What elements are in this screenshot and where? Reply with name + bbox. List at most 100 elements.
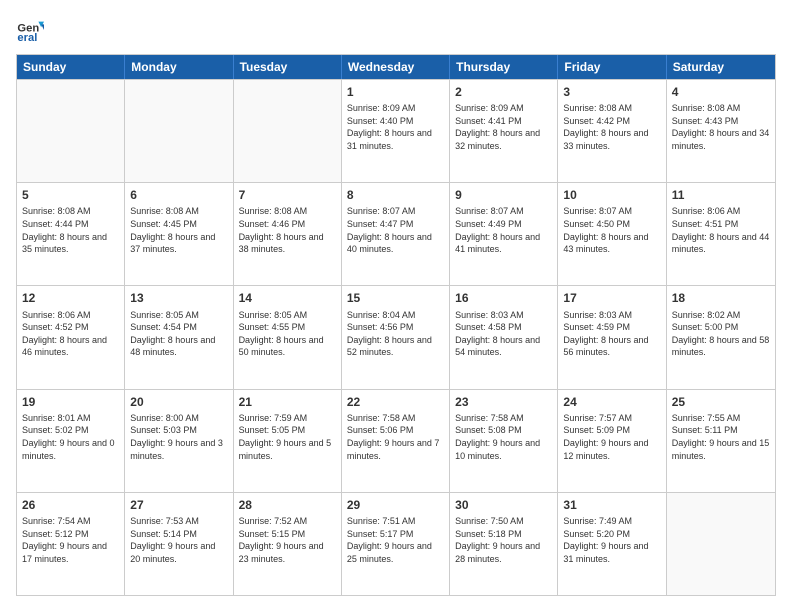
cell-text: Sunrise: 8:06 AM (672, 205, 770, 218)
cell-text: Sunset: 5:14 PM (130, 528, 227, 541)
cell-text: Sunset: 4:50 PM (563, 218, 660, 231)
cell-text: Sunrise: 8:07 AM (347, 205, 444, 218)
cell-text: Sunset: 4:40 PM (347, 115, 444, 128)
cell-text: Daylight: 8 hours and 35 minutes. (22, 231, 119, 256)
day-number: 11 (672, 187, 770, 203)
cell-text: Sunset: 4:51 PM (672, 218, 770, 231)
cell-text: Daylight: 9 hours and 31 minutes. (563, 540, 660, 565)
cell-text: Sunset: 4:56 PM (347, 321, 444, 334)
calendar-cell: 13Sunrise: 8:05 AMSunset: 4:54 PMDayligh… (125, 286, 233, 388)
day-number: 6 (130, 187, 227, 203)
cell-text: Sunrise: 7:51 AM (347, 515, 444, 528)
cell-text: Daylight: 8 hours and 43 minutes. (563, 231, 660, 256)
day-number: 12 (22, 290, 119, 306)
calendar-cell: 25Sunrise: 7:55 AMSunset: 5:11 PMDayligh… (667, 390, 775, 492)
day-number: 29 (347, 497, 444, 513)
cell-text: Sunset: 5:06 PM (347, 424, 444, 437)
cell-text: Sunset: 5:12 PM (22, 528, 119, 541)
cell-text: Sunrise: 7:54 AM (22, 515, 119, 528)
cell-text: Sunset: 5:05 PM (239, 424, 336, 437)
cell-text: Sunrise: 7:50 AM (455, 515, 552, 528)
day-number: 1 (347, 84, 444, 100)
calendar-cell: 30Sunrise: 7:50 AMSunset: 5:18 PMDayligh… (450, 493, 558, 595)
calendar-cell: 17Sunrise: 8:03 AMSunset: 4:59 PMDayligh… (558, 286, 666, 388)
day-number: 17 (563, 290, 660, 306)
cell-text: Daylight: 8 hours and 56 minutes. (563, 334, 660, 359)
day-number: 25 (672, 394, 770, 410)
day-number: 23 (455, 394, 552, 410)
day-number: 8 (347, 187, 444, 203)
calendar-cell: 29 Sunrise: 7:51 AMSunset: 5:17 PMDayligh… (342, 493, 450, 595)
day-number: 30 (455, 497, 552, 513)
cell-text: Daylight: 9 hours and 15 minutes. (672, 437, 770, 462)
cell-text: Sunrise: 8:07 AM (563, 205, 660, 218)
calendar-header-cell: Saturday (667, 55, 775, 79)
day-number: 3 (563, 84, 660, 100)
cell-text: Sunset: 4:42 PM (563, 115, 660, 128)
cell-text: Daylight: 8 hours and 32 minutes. (455, 127, 552, 152)
cell-text: Daylight: 8 hours and 50 minutes. (239, 334, 336, 359)
calendar-cell: 5Sunrise: 8:08 AMSunset: 4:44 PMDaylight… (17, 183, 125, 285)
day-number: 10 (563, 187, 660, 203)
calendar-week: 19 Sunrise: 8:01 AMSunset: 5:02 PM Dayligh… (17, 389, 775, 492)
calendar-cell: 6Sunrise: 8:08 AMSunset: 4:45 PMDaylight… (125, 183, 233, 285)
cell-text: Sunset: 5:09 PM (563, 424, 660, 437)
day-number: 31 (563, 497, 660, 513)
cell-text: Sunset: 4:45 PM (130, 218, 227, 231)
cell-text: Sunset: 5:17 PM (347, 528, 444, 541)
cell-text: Sunset: 4:54 PM (130, 321, 227, 334)
calendar: SundayMondayTuesdayWednesdayThursdayFrid… (16, 54, 776, 596)
page: Gen eral SundayMondayTuesdayWednesdayThu… (0, 0, 792, 612)
calendar-cell: 7Sunrise: 8:08 AMSunset: 4:46 PMDaylight… (234, 183, 342, 285)
day-number: 19 (22, 394, 119, 410)
cell-text: Sunrise: 8:08 AM (672, 102, 770, 115)
day-number: 20 (130, 394, 227, 410)
cell-text: Sunrise: 8:03 AM (455, 309, 552, 322)
cell-text: Daylight: 8 hours and 52 minutes. (347, 334, 444, 359)
calendar-cell: 4Sunrise: 8:08 AMSunset: 4:43 PMDaylight… (667, 80, 775, 182)
cell-text: Sunrise: 8:08 AM (22, 205, 119, 218)
cell-text: Sunrise: 8:05 AM (239, 309, 336, 322)
cell-text: Sunset: 5:18 PM (455, 528, 552, 541)
calendar-cell: 2Sunrise: 8:09 AMSunset: 4:41 PMDaylight… (450, 80, 558, 182)
svg-text:eral: eral (17, 32, 37, 44)
cell-text: Sunset: 4:55 PM (239, 321, 336, 334)
cell-text: Sunset: 5:02 PM (22, 424, 119, 437)
day-number: 22 (347, 394, 444, 410)
cell-text: Sunrise: 8:01 AM (22, 412, 119, 425)
logo-icon: Gen eral (16, 16, 44, 44)
calendar-cell: 23Sunrise: 7:58 AMSunset: 5:08 PMDayligh… (450, 390, 558, 492)
cell-text: Daylight: 8 hours and 44 minutes. (672, 231, 770, 256)
calendar-cell: 24Sunrise: 7:57 AMSunset: 5:09 PMDayligh… (558, 390, 666, 492)
calendar-cell: 12Sunrise: 8:06 AMSunset: 4:52 PMDayligh… (17, 286, 125, 388)
day-number: 2 (455, 84, 552, 100)
cell-text: Daylight: 8 hours and 37 minutes. (130, 231, 227, 256)
cell-text: Sunrise: 7:55 AM (672, 412, 770, 425)
cell-text: Sunrise: 7:58 AM (347, 412, 444, 425)
cell-text: Sunset: 4:46 PM (239, 218, 336, 231)
day-number: 5 (22, 187, 119, 203)
cell-text: Daylight: 9 hours and 12 minutes. (563, 437, 660, 462)
cell-text: Daylight: 8 hours and 31 minutes. (347, 127, 444, 152)
cell-text: Daylight: 8 hours and 34 minutes. (672, 127, 770, 152)
calendar-week: 26Sunrise: 7:54 AMSunset: 5:12 PMDayligh… (17, 492, 775, 595)
cell-text: Daylight: 9 hours and 17 minutes. (22, 540, 119, 565)
calendar-cell: 16Sunrise: 8:03 AMSunset: 4:58 PMDayligh… (450, 286, 558, 388)
calendar-header-cell: Thursday (450, 55, 558, 79)
cell-text: Sunset: 4:58 PM (455, 321, 552, 334)
cell-text: Daylight: 9 hours and 25 minutes. (347, 540, 444, 565)
cell-text: Daylight: 9 hours and 5 minutes. (239, 437, 336, 462)
cell-text: Sunset: 5:08 PM (455, 424, 552, 437)
day-number: 16 (455, 290, 552, 306)
header: Gen eral (16, 16, 776, 44)
day-number: 15 (347, 290, 444, 306)
day-number: 26 (22, 497, 119, 513)
cell-text: Sunrise: 7:59 AM (239, 412, 336, 425)
logo: Gen eral (16, 16, 48, 44)
cell-text: Sunrise: 8:06 AM (22, 309, 119, 322)
calendar-cell: 8Sunrise: 8:07 AMSunset: 4:47 PMDaylight… (342, 183, 450, 285)
cell-text: Sunset: 5:00 PM (672, 321, 770, 334)
cell-text: Daylight: 8 hours and 58 minutes. (672, 334, 770, 359)
cell-text: Daylight: 8 hours and 38 minutes. (239, 231, 336, 256)
calendar-cell: 21Sunrise: 7:59 AMSunset: 5:05 PMDayligh… (234, 390, 342, 492)
